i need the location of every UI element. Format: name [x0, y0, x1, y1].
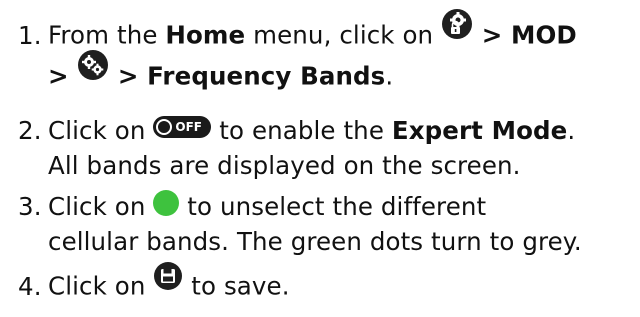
- toggle-label: OFF: [175, 120, 202, 134]
- bold-term-expert-mode: Expert Mode: [391, 116, 568, 145]
- gears-icon: [77, 50, 109, 98]
- off-toggle-icon: OFF: [153, 116, 212, 138]
- step-text: cellular bands. The green dots turn to g…: [48, 227, 582, 256]
- step-text: Click on: [48, 116, 154, 145]
- step-3: 3. Click on to unselect the different cel…: [18, 189, 582, 259]
- step-4: 4. Click on to save.: [18, 262, 290, 307]
- step-text: .: [385, 61, 394, 91]
- step-2: 2. Click on OFF to enable the Expert Mode…: [18, 113, 575, 183]
- step-text: to unselect the different: [179, 192, 487, 221]
- step-text-bold: >: [48, 61, 78, 91]
- step-text: to enable the: [211, 116, 392, 145]
- step-number: 2.: [18, 116, 42, 145]
- step-text: menu, click on: [245, 20, 442, 50]
- green-dot-icon: [153, 190, 180, 216]
- settings-lock-icon: [441, 9, 473, 57]
- step-number: 1.: [18, 20, 42, 50]
- step-text-bold: > MOD: [473, 20, 577, 50]
- bold-term-home: Home: [165, 20, 246, 50]
- step-text: Click on: [48, 192, 154, 221]
- step-number: 3.: [18, 192, 42, 221]
- step-text: All bands are displayed on the screen.: [48, 151, 521, 180]
- step-number: 4.: [18, 271, 42, 301]
- step-text: to save.: [183, 271, 290, 301]
- step-text: .: [567, 116, 576, 145]
- step-text: Click on: [48, 271, 154, 301]
- step-1: 1.From the Home menu, click on > MOD >: [18, 9, 577, 98]
- step-text-bold: > Frequency Bands: [109, 61, 386, 91]
- save-icon: [153, 262, 183, 307]
- instructions: 1.From the Home menu, click on > MOD >: [0, 0, 640, 317]
- step-text: From the: [48, 20, 166, 50]
